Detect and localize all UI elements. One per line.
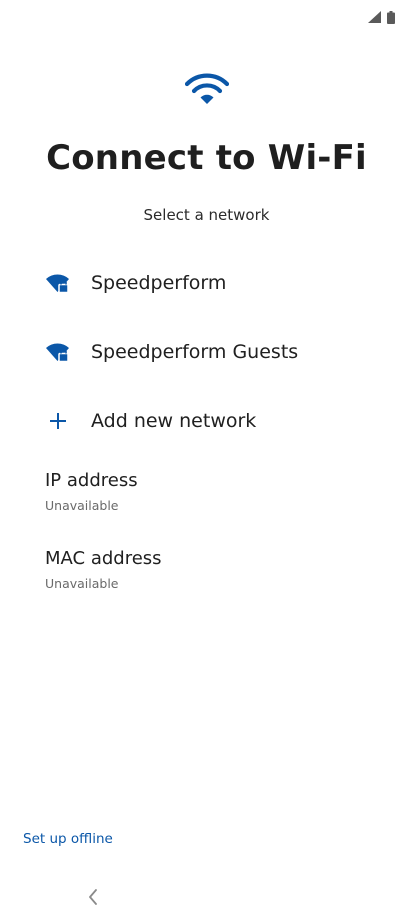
wifi-lock-icon (45, 272, 70, 294)
mac-address-section: MAC address Unavailable (45, 548, 162, 591)
ip-address-value: Unavailable (45, 498, 119, 513)
status-bar (368, 10, 395, 24)
page-subtitle: Select a network (143, 206, 270, 224)
chevron-left-icon (89, 889, 97, 905)
back-button[interactable] (82, 885, 104, 909)
ip-address-title: IP address (45, 470, 138, 491)
network-item-speedperform-guests[interactable]: Speedperform Guests (0, 317, 413, 386)
network-name: Speedperform Guests (91, 340, 299, 363)
network-item-speedperform[interactable]: Speedperform (0, 248, 413, 317)
ip-address-section: IP address Unavailable (45, 470, 138, 513)
battery-icon (387, 10, 395, 24)
page-title: Connect to Wi-Fi (46, 138, 367, 178)
network-name: Speedperform (91, 271, 227, 294)
plus-icon (45, 410, 70, 432)
wifi-icon (0, 73, 413, 105)
add-network-label: Add new network (91, 409, 257, 432)
network-list: Speedperform Speedperform Guests Add new… (0, 248, 413, 455)
mac-address-title: MAC address (45, 548, 162, 569)
set-up-offline-button[interactable]: Set up offline (23, 831, 113, 847)
wifi-lock-icon (45, 341, 70, 363)
wifi-setup-screen: Connect to Wi-Fi Select a network Speedp… (0, 0, 413, 920)
mac-address-value: Unavailable (45, 576, 119, 591)
add-network-button[interactable]: Add new network (0, 386, 413, 455)
signal-icon (368, 11, 381, 23)
